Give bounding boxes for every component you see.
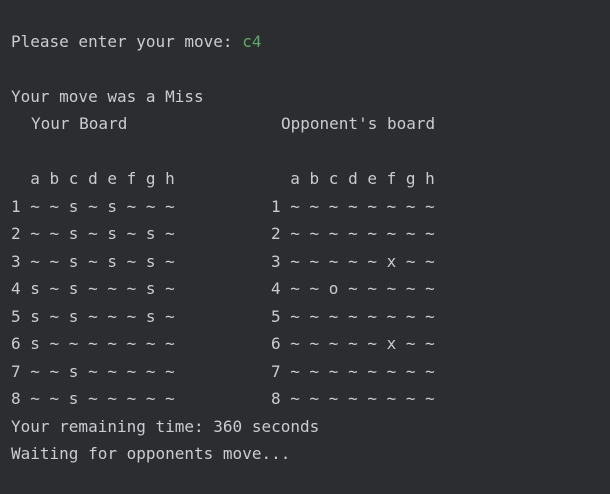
remaining-time: Your remaining time: 360 seconds (11, 417, 320, 436)
opponent-board-row: 6 ~ ~ ~ ~ ~ x ~ ~ (271, 334, 435, 353)
your-board-row: 8 ~ ~ s ~ ~ ~ ~ ~ (11, 389, 175, 408)
your-board-row: 5 s ~ s ~ ~ ~ s ~ (11, 307, 175, 326)
your-board-header: a b c d e f g h (11, 169, 175, 188)
opponent-board-row: 8 ~ ~ ~ ~ ~ ~ ~ ~ (271, 389, 435, 408)
move-prompt-label: Please enter your move: (11, 32, 243, 51)
opponent-board-row: 7 ~ ~ ~ ~ ~ ~ ~ ~ (271, 362, 435, 381)
move-input: c4 (242, 32, 262, 51)
opponent-board-row: 1 ~ ~ ~ ~ ~ ~ ~ ~ (271, 197, 435, 216)
your-board-row: 4 s ~ s ~ ~ ~ s ~ (11, 279, 175, 298)
your-board-title: Your Board (31, 114, 128, 133)
opponent-board-row: 4 ~ ~ o ~ ~ ~ ~ ~ (271, 279, 435, 298)
opponent-board-header: a b c d e f g h (271, 169, 435, 188)
opponent-board-row: 5 ~ ~ ~ ~ ~ ~ ~ ~ (271, 307, 435, 326)
your-board-row: 6 s ~ ~ ~ ~ ~ ~ ~ (11, 334, 175, 353)
opponent-board-title: Opponent's board (281, 114, 436, 133)
opponent-board-row: 2 ~ ~ ~ ~ ~ ~ ~ ~ (271, 224, 435, 243)
opponent-board-row: 3 ~ ~ ~ ~ ~ x ~ ~ (271, 252, 435, 271)
your-board-row: 7 ~ ~ s ~ ~ ~ ~ ~ (11, 362, 175, 381)
your-board-row: 1 ~ ~ s ~ s ~ ~ ~ (11, 197, 175, 216)
move-result: Your move was a Miss (11, 87, 204, 106)
console-output: Please enter your move: c4 Your move was… (0, 0, 610, 494)
move-prompt: Please enter your move: c4 (11, 32, 261, 52)
status-message: Waiting for opponents move... (11, 444, 291, 463)
your-board-row: 2 ~ ~ s ~ s ~ s ~ (11, 224, 175, 243)
your-board-row: 3 ~ ~ s ~ s ~ s ~ (11, 252, 175, 271)
